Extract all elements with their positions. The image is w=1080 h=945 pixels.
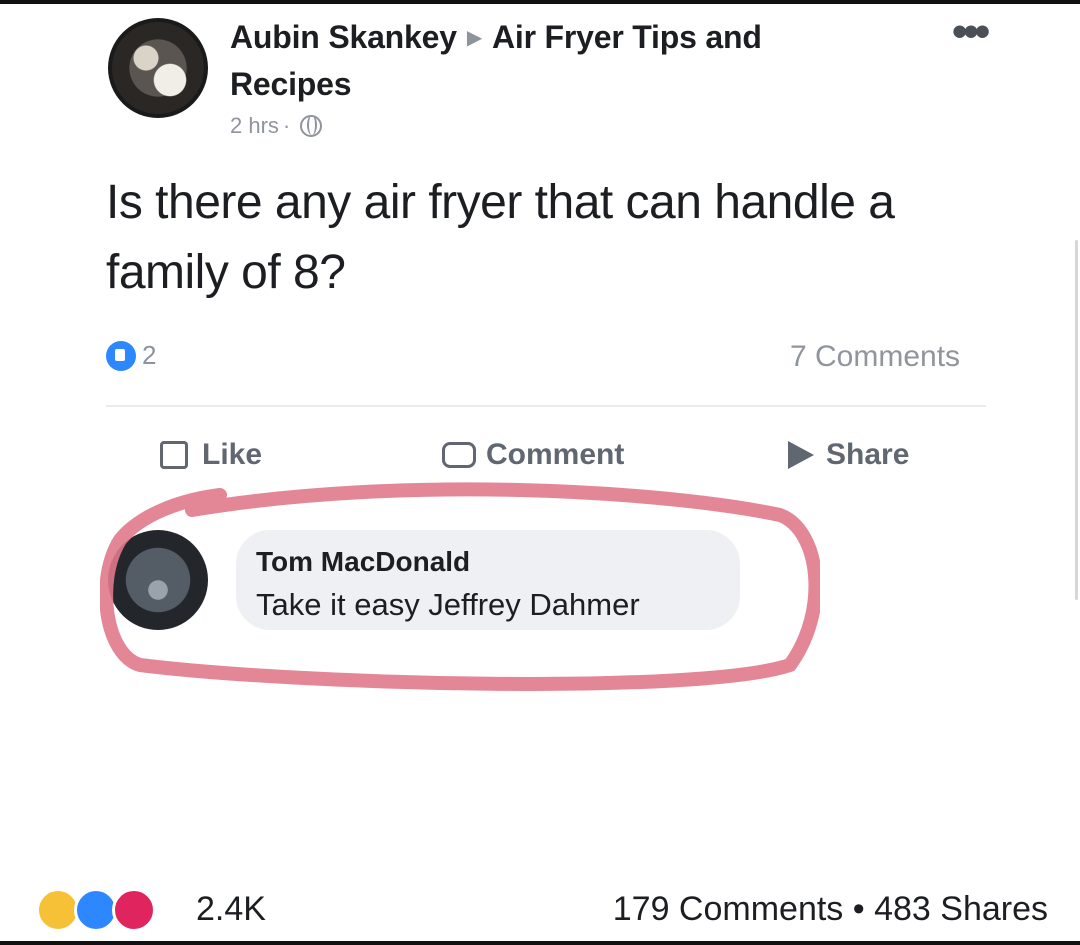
like-reaction-icon [106,340,136,371]
reaction-icons[interactable] [36,888,186,936]
comment-author[interactable]: Tom MacDonald [256,546,470,578]
action-bar: Like Comment Share [160,438,980,488]
post-time[interactable]: 2 hrs [230,113,279,139]
like-label: Like [202,438,263,471]
post-text: Is there any air fryer that can handle a… [106,176,895,299]
frame-bottom-border [0,941,1080,945]
commenter-avatar[interactable] [108,530,208,630]
scrollbar[interactable] [1075,240,1078,600]
comment-text: Take it easy Jeffrey Dahmer [256,587,640,622]
love-reaction-icon [112,888,156,932]
meta-separator: · [282,113,291,138]
globe-icon [300,115,323,137]
like-button[interactable]: Like [160,438,262,472]
more-options-icon[interactable]: ••• [952,10,990,54]
divider [106,405,986,407]
arrow-icon: ▶ [466,27,482,49]
post-footer: 2.4K 179 Comments • 483 Shares [36,880,1056,940]
share-arrow-icon [788,441,814,469]
comment-bubble-icon [442,442,476,468]
comment-button[interactable]: Comment [442,438,624,472]
post-reactions[interactable]: 2 [106,340,156,371]
footer-reaction-count[interactable]: 2.4K [196,890,266,929]
share-button[interactable]: Share [788,438,909,472]
header-title: Aubin Skankey ▶ Air Fryer Tips and Recipes [230,16,870,105]
thumbs-up-icon [160,441,188,469]
post-meta: 2 hrs · [230,113,870,139]
post-header: Aubin Skankey ▶ Air Fryer Tips and Recipes… [230,16,870,139]
comment-label: Comment [486,438,625,471]
frame-top-border [0,0,1080,4]
reaction-count: 2 [142,340,157,370]
comments-count-link[interactable]: 7 Comments [790,340,960,374]
author-avatar[interactable] [108,18,208,118]
share-label: Share [826,438,910,471]
author-name[interactable]: Aubin Skankey [230,19,457,55]
footer-stats[interactable]: 179 Comments • 483 Shares [613,890,1048,929]
